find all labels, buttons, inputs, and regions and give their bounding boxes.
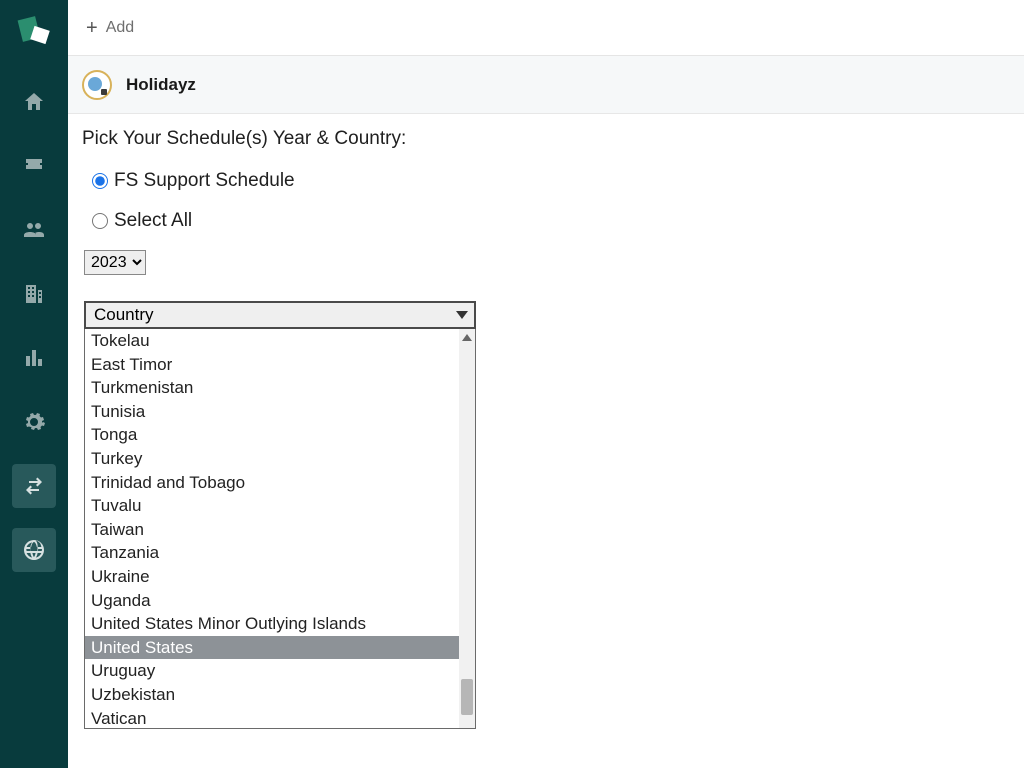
radio-select-all-label: Select All bbox=[114, 210, 192, 232]
nav-people[interactable] bbox=[12, 208, 56, 252]
nav-reports[interactable] bbox=[12, 336, 56, 380]
country-option[interactable]: Turkmenistan bbox=[85, 376, 475, 400]
main-area: + Add Holidayz Pick Your Schedule(s) Yea… bbox=[68, 0, 1024, 768]
country-option[interactable]: Turkey bbox=[85, 447, 475, 471]
brand-logo bbox=[18, 14, 50, 46]
gear-icon bbox=[22, 410, 46, 434]
radio-fs-schedule[interactable] bbox=[92, 173, 108, 189]
radio-select-all-row[interactable]: Select All bbox=[92, 210, 1010, 232]
radio-fs-schedule-row[interactable]: FS Support Schedule bbox=[92, 170, 1010, 192]
year-select-wrap: 2023 bbox=[84, 250, 1010, 275]
schedule-prompt: Pick Your Schedule(s) Year & Country: bbox=[82, 128, 1010, 150]
nav-home[interactable] bbox=[12, 80, 56, 124]
country-option[interactable]: Taiwan bbox=[85, 518, 475, 542]
ticket-icon bbox=[22, 154, 46, 178]
globe-icon bbox=[22, 538, 46, 562]
country-option[interactable]: Tokelau bbox=[85, 329, 475, 353]
nav-app-holidayz[interactable] bbox=[12, 464, 56, 508]
swap-icon bbox=[22, 474, 46, 498]
country-select-head[interactable]: Country bbox=[84, 301, 476, 329]
country-option[interactable]: United States Minor Outlying Islands bbox=[85, 612, 475, 636]
country-option[interactable]: Uzbekistan bbox=[85, 683, 475, 707]
country-list: TokelauEast TimorTurkmenistanTunisiaTong… bbox=[84, 329, 476, 729]
scroll-thumb[interactable] bbox=[461, 679, 473, 715]
country-option[interactable]: East Timor bbox=[85, 353, 475, 377]
app-title: Holidayz bbox=[126, 75, 196, 95]
scrollbar[interactable] bbox=[459, 329, 475, 728]
bar-chart-icon bbox=[22, 346, 46, 370]
building-icon bbox=[22, 282, 46, 306]
country-option[interactable]: Ukraine bbox=[85, 565, 475, 589]
country-option[interactable]: United States bbox=[85, 636, 475, 660]
country-option[interactable]: Tonga bbox=[85, 423, 475, 447]
country-option[interactable]: Uruguay bbox=[85, 659, 475, 683]
nav-settings[interactable] bbox=[12, 400, 56, 444]
country-option[interactable]: Tanzania bbox=[85, 541, 475, 565]
home-icon bbox=[22, 90, 46, 114]
chevron-down-icon bbox=[456, 311, 468, 319]
nav-org[interactable] bbox=[12, 272, 56, 316]
country-option[interactable]: Vatican bbox=[85, 707, 475, 730]
country-option[interactable]: Tunisia bbox=[85, 400, 475, 424]
nav-app-globe[interactable] bbox=[12, 528, 56, 572]
nav-tickets[interactable] bbox=[12, 144, 56, 188]
plus-icon: + bbox=[86, 18, 98, 38]
content: Pick Your Schedule(s) Year & Country: FS… bbox=[68, 114, 1024, 729]
country-placeholder: Country bbox=[94, 305, 154, 325]
people-icon bbox=[22, 218, 46, 242]
year-select[interactable]: 2023 bbox=[84, 250, 146, 275]
add-button[interactable]: + Add bbox=[86, 18, 134, 38]
holidayz-icon bbox=[82, 70, 112, 100]
top-bar: + Add bbox=[68, 0, 1024, 56]
add-label: Add bbox=[106, 19, 134, 37]
country-dropdown: Country TokelauEast TimorTurkmenistanTun… bbox=[84, 301, 476, 729]
radio-fs-schedule-label: FS Support Schedule bbox=[114, 170, 295, 192]
app-header: Holidayz bbox=[68, 56, 1024, 114]
country-option[interactable]: Tuvalu bbox=[85, 494, 475, 518]
country-option[interactable]: Trinidad and Tobago bbox=[85, 471, 475, 495]
radio-select-all[interactable] bbox=[92, 213, 108, 229]
scroll-up-icon[interactable] bbox=[459, 329, 475, 345]
app-sidebar bbox=[0, 0, 68, 768]
country-option[interactable]: Uganda bbox=[85, 589, 475, 613]
